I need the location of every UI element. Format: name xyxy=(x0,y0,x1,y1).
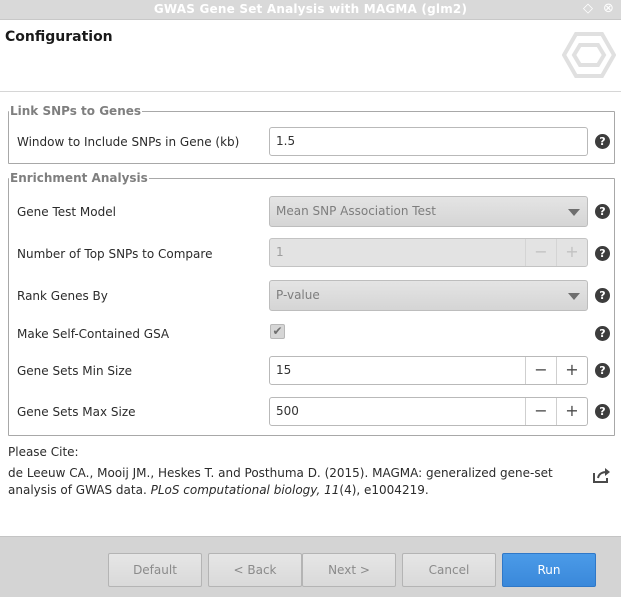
window-kb-input[interactable]: 1.5 xyxy=(269,127,588,156)
citation-issue: (4), e1004219. xyxy=(339,483,429,497)
back-button[interactable]: < Back xyxy=(208,553,302,587)
minus-icon[interactable]: − xyxy=(525,398,556,425)
next-button[interactable]: Next > xyxy=(302,553,396,587)
min-size-stepper[interactable]: 15 − + xyxy=(269,356,588,385)
plus-icon[interactable]: + xyxy=(556,239,587,266)
gene-test-select[interactable]: Mean SNP Association Test xyxy=(269,196,588,227)
enrichment-legend: Enrichment Analysis xyxy=(10,171,148,185)
top-snps-label: Number of Top SNPs to Compare xyxy=(17,247,213,261)
max-size-stepper[interactable]: 500 − + xyxy=(269,397,588,426)
top-snps-value: 1 xyxy=(276,245,284,259)
help-icon[interactable]: ? xyxy=(595,363,610,378)
app-logo-icon xyxy=(562,32,616,78)
link-snps-legend: Link SNPs to Genes xyxy=(10,104,142,118)
min-size-value: 15 xyxy=(276,363,292,377)
rank-select[interactable]: P-value xyxy=(269,280,588,311)
help-icon[interactable]: ? xyxy=(595,246,610,261)
max-size-label: Gene Sets Max Size xyxy=(17,405,136,419)
window-label: Window to Include SNPs in Gene (kb) xyxy=(17,135,240,149)
chevron-down-icon xyxy=(568,209,580,216)
rank-label: Rank Genes By xyxy=(17,289,108,303)
share-icon[interactable] xyxy=(592,467,611,484)
max-size-value: 500 xyxy=(276,404,299,418)
self-contained-checkbox[interactable]: ✔ xyxy=(270,324,285,339)
help-icon[interactable]: ? xyxy=(595,288,610,303)
top-snps-stepper[interactable]: 1 − + xyxy=(269,238,588,267)
help-icon[interactable]: ? xyxy=(595,134,610,149)
run-button[interactable]: Run xyxy=(502,553,596,587)
gene-test-label: Gene Test Model xyxy=(17,205,116,219)
cancel-button[interactable]: Cancel xyxy=(402,553,496,587)
help-icon[interactable]: ? xyxy=(595,326,610,341)
chevron-down-icon xyxy=(568,293,580,300)
self-contained-label: Make Self-Contained GSA xyxy=(17,327,170,341)
check-icon: ✔ xyxy=(272,324,283,338)
help-icon[interactable]: ? xyxy=(595,204,610,219)
footer: Default < Back Next > Cancel Run xyxy=(0,536,621,597)
citation-volume: 11 xyxy=(324,483,340,497)
form-content: Link SNPs to Genes Window to Include SNP… xyxy=(0,93,621,536)
minus-icon[interactable]: − xyxy=(525,357,556,384)
citation-text: de Leeuw CA., Mooij JM., Heskes T. and P… xyxy=(8,465,583,499)
citation-journal: PLoS computational biology, xyxy=(150,483,321,497)
gene-test-value: Mean SNP Association Test xyxy=(276,204,436,218)
close-icon[interactable]: ⊗ xyxy=(603,1,614,16)
min-size-label: Gene Sets Min Size xyxy=(17,364,132,378)
minus-icon[interactable]: − xyxy=(525,239,556,266)
rank-value: P-value xyxy=(276,288,320,302)
header: Configuration xyxy=(0,20,621,92)
plus-icon[interactable]: + xyxy=(556,398,587,425)
restore-icon[interactable]: ◇ xyxy=(583,1,593,16)
default-button[interactable]: Default xyxy=(108,553,202,587)
help-icon[interactable]: ? xyxy=(595,404,610,419)
title-bar: GWAS Gene Set Analysis with MAGMA (glm2)… xyxy=(0,0,621,20)
citation-heading: Please Cite: xyxy=(8,445,79,459)
page-title: Configuration xyxy=(5,29,113,45)
plus-icon[interactable]: + xyxy=(556,357,587,384)
window-title: GWAS Gene Set Analysis with MAGMA (glm2) xyxy=(153,2,468,16)
